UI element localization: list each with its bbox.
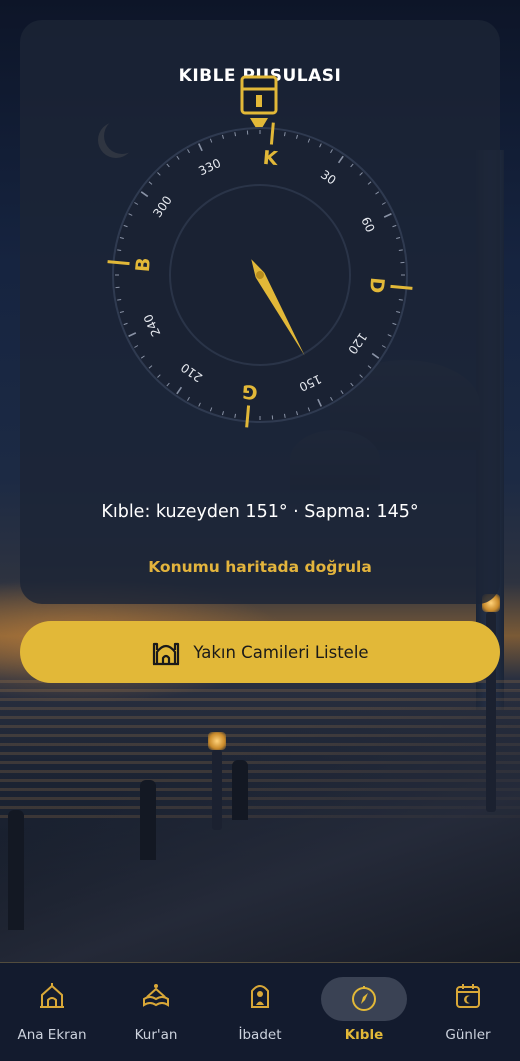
promenade bbox=[0, 690, 520, 990]
compass-tick bbox=[234, 413, 237, 418]
nav-label: İbadet bbox=[238, 1027, 282, 1043]
compass-tick bbox=[259, 415, 261, 421]
prayer-icon bbox=[251, 985, 269, 1008]
compass-tick bbox=[283, 132, 286, 137]
cardinal-south: G bbox=[241, 380, 258, 403]
nav-label: Kıble bbox=[344, 1027, 384, 1043]
cardinal-tick bbox=[269, 122, 275, 145]
compass-tick bbox=[114, 274, 119, 276]
bollard bbox=[8, 810, 24, 930]
qibla-info: Kıble: kuzeyden 151° · Sapma: 145° bbox=[101, 502, 419, 522]
mosque-icon bbox=[151, 638, 181, 666]
compass-tick bbox=[398, 298, 403, 301]
compass-tick bbox=[117, 249, 122, 252]
verify-location-link[interactable]: Konumu haritada doğrula bbox=[20, 558, 500, 576]
bollard bbox=[140, 780, 156, 860]
nav-label: Ana Ekran bbox=[17, 1027, 87, 1043]
compass-tick bbox=[271, 415, 274, 420]
nav-item-prayer[interactable]: İbadet bbox=[208, 963, 312, 1061]
nav-label: Günler bbox=[445, 1027, 491, 1043]
street-lamp bbox=[208, 732, 226, 830]
compass-tick bbox=[246, 130, 249, 135]
cardinal-tick bbox=[390, 284, 413, 290]
home-mosque-icon bbox=[40, 983, 64, 1008]
nav-item-qibla[interactable]: Kıble bbox=[312, 963, 416, 1061]
calendar-icon bbox=[456, 984, 480, 1008]
bollard bbox=[232, 760, 248, 820]
list-nearby-mosques-button[interactable]: Yakın Camileri Listele bbox=[20, 621, 500, 683]
cardinal-west: B bbox=[132, 257, 155, 273]
cardinal-tick bbox=[107, 260, 130, 266]
cardinal-east: D bbox=[365, 276, 388, 294]
nav-item-days[interactable]: Günler bbox=[416, 963, 520, 1061]
qibla-card: KIBLE PUSULASI 30 60 120 150 210 240 300 330 KD… bbox=[20, 20, 500, 604]
quran-icon bbox=[143, 984, 169, 1007]
compass-tick bbox=[115, 286, 120, 289]
water bbox=[0, 680, 520, 820]
compass-tick bbox=[400, 274, 406, 276]
nav-label: Kur'an bbox=[134, 1027, 178, 1043]
compass: 3060120150210240300330 KDGB bbox=[107, 75, 413, 428]
cardinal-tick bbox=[245, 405, 251, 428]
list-nearby-mosques-label: Yakın Camileri Listele bbox=[193, 642, 369, 662]
compass-tick bbox=[400, 261, 405, 264]
compass-tick bbox=[259, 129, 261, 134]
compass-icon bbox=[352, 986, 376, 1011]
bottom-navigation: Ana Ekran Kur'an İbadet Kıble Günler bbox=[0, 962, 520, 1061]
nav-item-home[interactable]: Ana Ekran bbox=[0, 963, 104, 1061]
nav-item-quran[interactable]: Kur'an bbox=[104, 963, 208, 1061]
kaaba-icon bbox=[240, 75, 278, 133]
